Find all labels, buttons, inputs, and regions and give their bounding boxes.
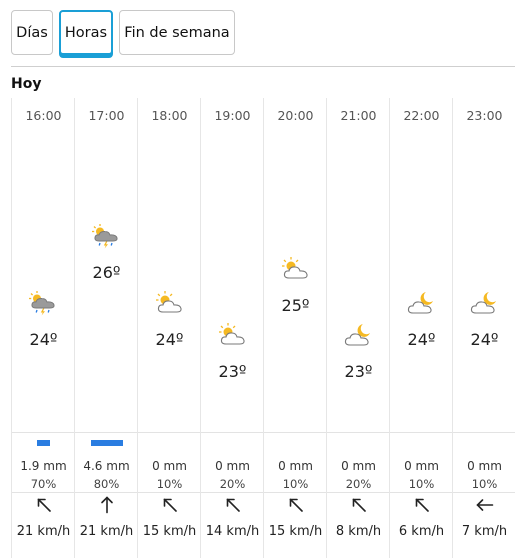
wind-speed: 15 km/h xyxy=(268,524,323,539)
precip-bar xyxy=(37,440,50,446)
west-arrow-icon xyxy=(475,496,494,514)
northwest-arrow-icon xyxy=(161,496,179,514)
hour-temperature: 25º xyxy=(281,296,310,315)
tabs-divider xyxy=(11,66,515,67)
hour-temperature: 24º xyxy=(155,330,184,349)
hourly-forecast-grid: 16:00 24º 1.9 mm 70% 21 km/h 17:00 26º 4.6 mm 80… xyxy=(11,98,515,558)
hour-time: 19:00 xyxy=(214,108,251,123)
precip-amount: 0 mm xyxy=(341,459,376,473)
tab-dias-label: Días xyxy=(16,24,48,41)
precip-amount: 1.9 mm xyxy=(20,459,67,473)
wind-speed: 7 km/h xyxy=(461,524,508,539)
hour-column: 22:00 24º 0 mm 10% 6 km/h xyxy=(389,98,453,558)
moon-cloud-icon xyxy=(343,322,375,348)
precip-probability: 10% xyxy=(156,477,183,491)
wind-speed: 21 km/h xyxy=(79,524,134,539)
wind-speed: 14 km/h xyxy=(205,524,260,539)
tab-horas[interactable]: Horas xyxy=(59,10,113,55)
hour-time: 16:00 xyxy=(25,108,62,123)
sun-cloud-storm-icon xyxy=(28,290,60,316)
hour-temperature: 26º xyxy=(92,263,121,282)
hour-temperature: 23º xyxy=(344,362,373,381)
northwest-arrow-icon xyxy=(35,496,53,514)
northwest-arrow-icon xyxy=(287,496,305,514)
northwest-arrow-icon xyxy=(224,496,242,514)
hour-temperature: 23º xyxy=(218,362,247,381)
precip-amount: 0 mm xyxy=(467,459,502,473)
hour-column: 18:00 24º 0 mm 10% 15 km/h xyxy=(137,98,201,558)
wind-speed: 8 km/h xyxy=(335,524,382,539)
precip-amount: 0 mm xyxy=(404,459,439,473)
hour-time: 23:00 xyxy=(466,108,503,123)
precip-probability: 70% xyxy=(30,477,57,491)
hour-column: 23:00 24º 0 mm 10% 7 km/h xyxy=(452,98,515,558)
sun-cloud-storm-icon xyxy=(91,223,123,249)
hour-time: 20:00 xyxy=(277,108,314,123)
precip-probability: 20% xyxy=(219,477,246,491)
hour-temperature: 24º xyxy=(29,330,58,349)
precip-probability: 20% xyxy=(345,477,372,491)
moon-cloud-icon xyxy=(406,290,438,316)
precip-amount: 0 mm xyxy=(152,459,187,473)
tab-fin-de-semana-label: Fin de semana xyxy=(124,24,230,41)
precip-bar xyxy=(90,440,123,446)
hour-column: 21:00 23º 0 mm 20% 8 km/h xyxy=(326,98,390,558)
wind-speed: 15 km/h xyxy=(142,524,197,539)
sun-cloud-icon xyxy=(154,290,186,316)
wind-speed: 6 km/h xyxy=(398,524,445,539)
precip-amount: 4.6 mm xyxy=(83,459,130,473)
hour-time: 18:00 xyxy=(151,108,188,123)
hour-column: 19:00 23º 0 mm 20% 14 km/h xyxy=(200,98,264,558)
precip-probability: 10% xyxy=(471,477,498,491)
hour-temperature: 24º xyxy=(407,330,436,349)
hour-temperature: 24º xyxy=(470,330,499,349)
view-tabs: Días Horas Fin de semana xyxy=(11,10,241,55)
tab-dias[interactable]: Días xyxy=(11,10,53,55)
hour-time: 22:00 xyxy=(403,108,440,123)
precip-probability: 10% xyxy=(282,477,309,491)
precip-amount: 0 mm xyxy=(278,459,313,473)
precip-amount: 0 mm xyxy=(215,459,250,473)
moon-cloud-icon xyxy=(469,290,501,316)
hour-column: 17:00 26º 4.6 mm 80% 21 km/h xyxy=(74,98,138,558)
northwest-arrow-icon xyxy=(350,496,368,514)
northwest-arrow-icon xyxy=(413,496,431,514)
north-arrow-icon xyxy=(98,496,116,514)
tab-horas-label: Horas xyxy=(64,24,108,41)
hour-column: 20:00 25º 0 mm 10% 15 km/h xyxy=(263,98,327,558)
hour-time: 17:00 xyxy=(88,108,125,123)
hour-column: 16:00 24º 1.9 mm 70% 21 km/h xyxy=(11,98,75,558)
precip-probability: 10% xyxy=(408,477,435,491)
wind-speed: 21 km/h xyxy=(16,524,71,539)
sun-cloud-icon xyxy=(217,322,249,348)
tab-fin-de-semana[interactable]: Fin de semana xyxy=(119,10,235,55)
precip-probability: 80% xyxy=(93,477,120,491)
day-heading: Hoy xyxy=(11,76,42,92)
hour-time: 21:00 xyxy=(340,108,377,123)
sun-cloud-icon xyxy=(280,256,312,282)
